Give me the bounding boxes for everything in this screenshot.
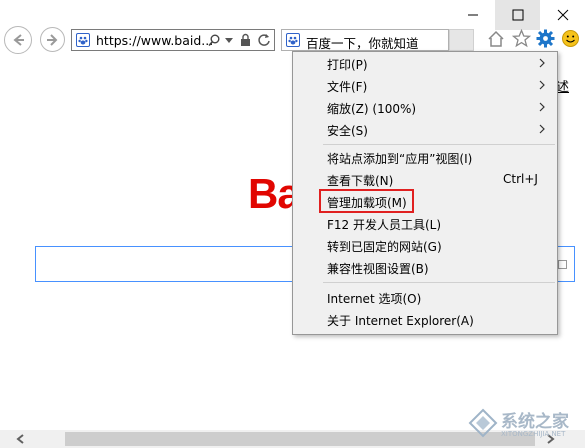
tab-baidu[interactable]: 百度一下，你就知道	[281, 29, 449, 51]
chevron-down-icon[interactable]	[225, 38, 233, 44]
search-icon[interactable]	[208, 34, 221, 47]
scroll-left-icon[interactable]	[16, 434, 24, 444]
lock-icon[interactable]	[240, 33, 251, 47]
submenu-arrow-icon	[539, 124, 545, 134]
address-text: https://www.baid...	[96, 33, 214, 48]
menu-item-print[interactable]: 打印(P)	[293, 53, 557, 75]
submenu-arrow-icon	[539, 102, 545, 112]
baidu-favicon-icon	[286, 33, 300, 47]
baidu-favicon-icon	[76, 33, 90, 47]
menu-item-label: 转到已固定的网站(G)	[327, 240, 442, 254]
watermark: 系统之家 XITONGZHIJIA.NET	[468, 404, 582, 444]
menu-item-label: F12 开发人员工具(L)	[327, 218, 442, 232]
minimize-button[interactable]	[450, 0, 495, 30]
menu-item-label: 文件(F)	[327, 80, 368, 94]
menu-item-label: Internet 选项(O)	[327, 292, 422, 306]
minimize-icon	[467, 14, 478, 16]
forward-arrow-icon	[46, 33, 57, 46]
menu-item-label: 兼容性视图设置(B)	[327, 262, 429, 276]
close-icon	[557, 9, 568, 21]
menu-item-add-to-apps[interactable]: 将站点添加到“应用”视图(I)	[293, 147, 557, 169]
highlight-box	[319, 189, 414, 213]
menu-item-label: 查看下载(N)	[327, 174, 394, 188]
back-button[interactable]	[4, 26, 32, 54]
menu-item-view-downloads[interactable]: 查看下载(N) Ctrl+J	[293, 169, 557, 191]
close-button[interactable]	[540, 0, 585, 30]
maximize-button[interactable]	[495, 0, 540, 30]
maximize-icon	[512, 9, 523, 21]
menu-item-label: 安全(S)	[327, 124, 368, 138]
menu-item-zoom[interactable]: 缩放(Z) (100%)	[293, 97, 557, 119]
watermark-logo-icon	[468, 408, 498, 438]
home-icon[interactable]	[487, 30, 505, 48]
new-tab-button[interactable]	[449, 29, 474, 51]
menu-item-label: 缩放(Z) (100%)	[327, 102, 417, 116]
refresh-icon[interactable]	[257, 33, 271, 47]
forward-button[interactable]	[40, 27, 65, 52]
menu-item-label: 关于 Internet Explorer(A)	[327, 314, 474, 328]
menu-item-f12-devtools[interactable]: F12 开发人员工具(L)	[293, 213, 557, 235]
menu-item-label: 打印(P)	[327, 58, 368, 72]
menu-item-compat-view[interactable]: 兼容性视图设置(B)	[293, 257, 557, 279]
watermark-text: 系统之家	[501, 412, 569, 432]
camera-search-icon[interactable]	[558, 260, 567, 269]
menu-item-shortcut: Ctrl+J	[503, 172, 538, 186]
menu-item-label: 将站点添加到“应用”视图(I)	[327, 152, 473, 166]
address-bar[interactable]: https://www.baid...	[71, 29, 275, 51]
menu-separator	[323, 144, 555, 145]
watermark-subtext: XITONGZHIJIA.NET	[501, 430, 566, 438]
menu-item-pinned-sites[interactable]: 转到已固定的网站(G)	[293, 235, 557, 257]
menu-item-internet-options[interactable]: Internet 选项(O)	[293, 287, 557, 309]
menu-item-file[interactable]: 文件(F)	[293, 75, 557, 97]
menu-item-about-ie[interactable]: 关于 Internet Explorer(A)	[293, 309, 557, 331]
submenu-arrow-icon	[539, 58, 545, 68]
back-arrow-icon	[13, 34, 24, 46]
tab-title: 百度一下，你就知道	[306, 36, 419, 51]
gear-icon[interactable]	[536, 29, 555, 48]
submenu-arrow-icon	[539, 80, 545, 90]
smiley-feedback-icon[interactable]	[561, 29, 580, 48]
favorites-star-icon[interactable]	[512, 29, 531, 48]
menu-item-safety[interactable]: 安全(S)	[293, 119, 557, 141]
menu-separator	[323, 282, 555, 283]
scrollbar-thumb[interactable]	[65, 432, 535, 446]
